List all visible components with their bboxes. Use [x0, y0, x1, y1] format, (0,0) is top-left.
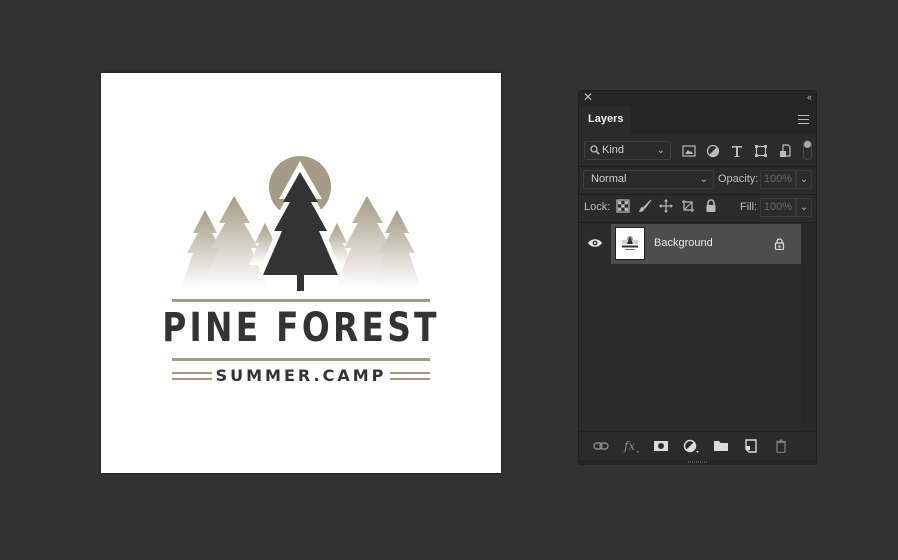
lock-image-pixels-icon[interactable]	[638, 199, 652, 213]
chevron-down-icon: ⌄	[656, 145, 665, 156]
lock-artboard-icon[interactable]	[681, 199, 695, 213]
pine-forest-logo	[172, 156, 430, 380]
logo-subtitle: SUMMER.CAMP	[215, 366, 387, 385]
image-filter-icon[interactable]	[682, 144, 696, 158]
collapse-icon[interactable]: ‹‹	[807, 91, 812, 103]
top-rule	[172, 299, 430, 302]
tab-layers[interactable]: Layers	[579, 107, 631, 134]
new-group-icon[interactable]	[713, 439, 729, 453]
middle-rule	[172, 358, 430, 361]
fill-dropdown-button[interactable]: ⌄	[796, 198, 812, 217]
layer-thumbnail	[615, 227, 645, 260]
adjustment-layer-icon[interactable]	[683, 439, 699, 453]
layers-footer-toolbar: fx	[579, 431, 816, 460]
layer-row-background[interactable]: Background	[611, 224, 801, 264]
divider	[579, 166, 816, 167]
adjustment-filter-icon[interactable]	[706, 144, 720, 158]
visibility-eye-icon[interactable]	[587, 237, 603, 249]
opacity-input[interactable]: 100%	[760, 170, 796, 189]
fill-label: Fill:	[740, 201, 758, 213]
hamburger-menu-icon[interactable]	[798, 115, 809, 124]
logo-title: PINE FOREST	[162, 305, 440, 351]
panel-resize-bar[interactable]	[579, 460, 816, 465]
new-layer-icon[interactable]	[743, 439, 759, 453]
delete-icon[interactable]	[773, 439, 789, 453]
lock-position-icon[interactable]	[659, 199, 673, 213]
fx-icon[interactable]: fx	[623, 439, 639, 453]
filter-toggle[interactable]	[803, 140, 812, 160]
add-mask-icon[interactable]	[653, 439, 669, 453]
layers-panel: ✕ ‹‹ Layers Kind ⌄ Normal ⌄ Opacity: 100…	[578, 90, 817, 465]
filter-kind-dropdown[interactable]: Kind ⌄	[584, 141, 671, 160]
document-canvas[interactable]: PINE FOREST SUMMER.CAMP	[101, 73, 501, 473]
panel-title-bar: ✕ ‹‹	[579, 91, 816, 104]
search-icon	[590, 145, 600, 155]
lock-label: Lock:	[584, 201, 611, 213]
type-filter-icon[interactable]	[730, 144, 744, 158]
layer-lock-icon[interactable]	[774, 238, 785, 250]
blend-mode-value: Normal	[591, 173, 627, 185]
opacity-label: Opacity:	[718, 173, 759, 185]
blend-mode-dropdown[interactable]: Normal ⌄	[583, 170, 714, 189]
lock-transparent-pixels-icon[interactable]	[616, 199, 630, 213]
lock-all-icon[interactable]	[704, 199, 718, 213]
opacity-dropdown-button[interactable]: ⌄	[796, 170, 812, 189]
layers-scrollbar[interactable]	[801, 223, 816, 431]
resize-grip[interactable]	[688, 461, 708, 463]
divider	[579, 194, 816, 195]
fill-input[interactable]: 100%	[760, 198, 796, 217]
chevron-down-icon: ⌄	[699, 174, 708, 185]
thumbnail-logo	[622, 236, 638, 250]
layer-name[interactable]: Background	[654, 237, 713, 249]
shape-filter-icon[interactable]	[754, 144, 768, 158]
close-icon[interactable]: ✕	[583, 91, 593, 104]
svg-text:fx: fx	[623, 439, 635, 453]
link-layers-icon[interactable]	[593, 439, 609, 453]
smart-object-filter-icon[interactable]	[778, 144, 792, 158]
filter-kind-label: Kind	[602, 144, 625, 156]
panel-tab-bar: Layers	[579, 104, 816, 134]
